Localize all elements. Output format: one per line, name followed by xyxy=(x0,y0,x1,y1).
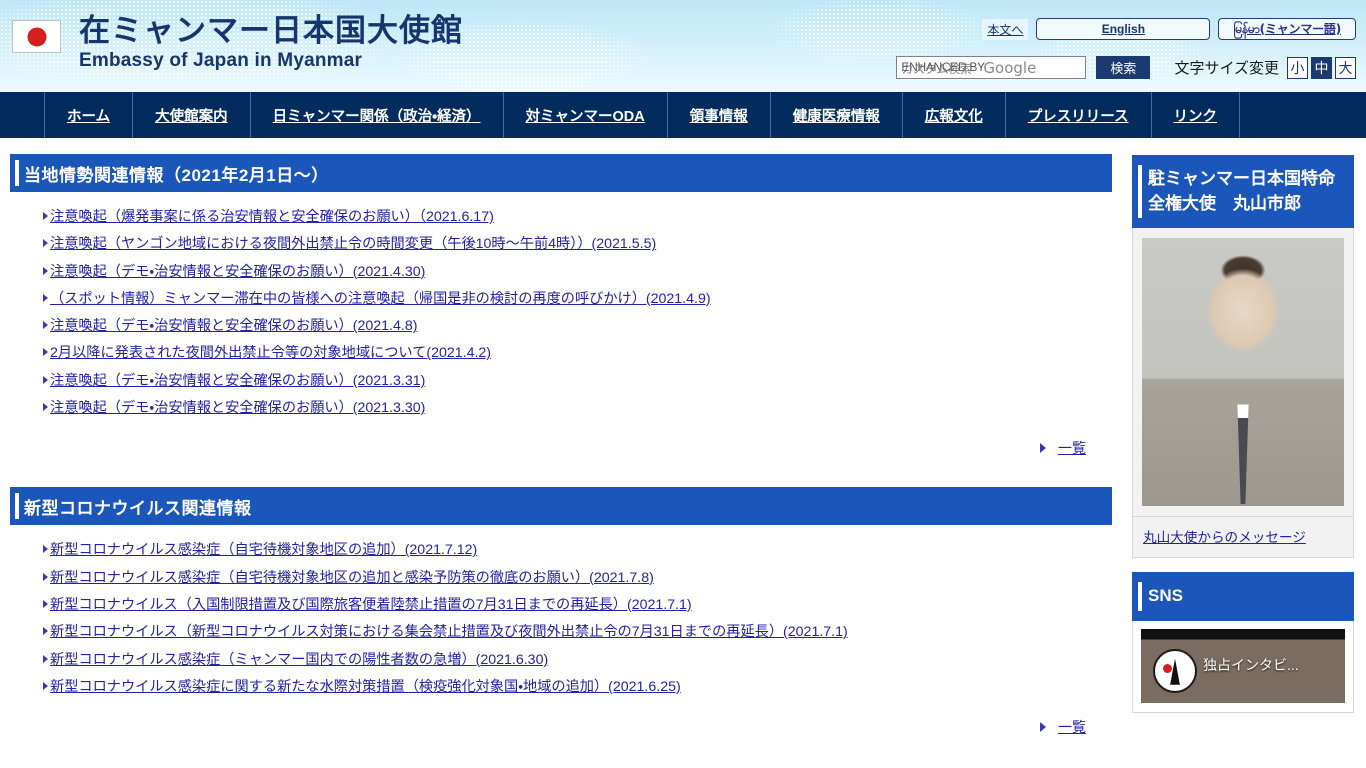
triangle-right-icon xyxy=(1040,722,1046,733)
japan-flag-icon xyxy=(12,20,61,53)
search-input[interactable]: ENHANCED BY カスタム検索 Google xyxy=(896,56,1087,79)
section-heading-bar: 当地情勢関連情報（2021年2月1日〜） xyxy=(10,154,1112,192)
triangle-right-icon xyxy=(1040,443,1046,454)
font-size-large-button[interactable]: 大 xyxy=(1335,56,1356,79)
list-item-link[interactable]: 新型コロナウイルス（入国制限措置及び国際旅客便着陸禁止措置の7月31日までの再延… xyxy=(50,595,692,616)
avatar xyxy=(1142,238,1344,507)
nav-item-culture[interactable]: 広報文化 xyxy=(901,92,1005,138)
list-item[interactable]: （スポット情報）ミャンマー滞在中の皆様への注意喚起（帰国是非の検討の再度の呼びか… xyxy=(18,286,1104,313)
list-item-link[interactable]: 新型コロナウイルス（新型コロナウイルス対策における集会禁止措置及び夜間外出禁止令… xyxy=(50,622,848,643)
list-item[interactable]: 注意喚起（ヤンゴン地域における夜間外出禁止令の時間変更（午後10時〜午前4時））… xyxy=(18,231,1104,258)
section-body: 注意喚起（爆発事案に係る治安情報と安全確保のお願い）（2021.6.17) 注意… xyxy=(10,192,1112,475)
sns-video-embed[interactable]: 独占インタビ... xyxy=(1141,628,1345,703)
list-item-link[interactable]: 注意喚起（デモ・治安情報と安全確保のお願い）(2021.3.31) xyxy=(50,371,425,392)
list-item-link[interactable]: 2月以降に発表された夜間外出禁止令等の対象地域について(2021.4.2) xyxy=(50,343,491,364)
section-body: 新型コロナウイルス感染症（自宅待機対象地区の追加）(2021.7.12) 新型コ… xyxy=(10,525,1112,754)
list-item[interactable]: 注意喚起（デモ・治安情報と安全確保のお願い）(2021.3.30) xyxy=(18,395,1104,422)
list-item[interactable]: 新型コロナウイルス感染症（自宅待機対象地区の追加）(2021.7.12) xyxy=(18,537,1104,564)
brand-text: 在ミャンマー日本国大使館 Embassy of Japan in Myanmar xyxy=(79,13,463,73)
list-item[interactable]: 新型コロナウイルス感染症に関する新たな水際対策措置（検疫強化対象国・地域の追加）… xyxy=(18,674,1104,701)
nav-label: 領事情報 xyxy=(689,108,748,125)
nav-label: 広報文化 xyxy=(924,108,983,125)
sidebar: 駐ミャンマー日本国特命全権大使 丸山市郎 丸山大使からのメッセージ SNS 独占… xyxy=(1122,141,1366,727)
skip-to-content-link[interactable]: 本文へ xyxy=(982,18,1029,40)
section-heading-bar: 新型コロナウイルス関連情報 xyxy=(10,487,1112,526)
site-title-english: Embassy of Japan in Myanmar xyxy=(79,49,363,71)
google-branding-label: Google xyxy=(983,59,1037,77)
nav-label: 健康医療情報 xyxy=(792,108,880,125)
site-header: 在ミャンマー日本国大使館 Embassy of Japan in Myanmar… xyxy=(0,0,1366,92)
header-utility-row: 本文へ English မြန်မာ(ミャンマー語) xyxy=(982,18,1356,40)
language-label-myanmar: မြန်မာ(ミャンマー語) xyxy=(1233,21,1341,36)
ambassador-message-wrap: 丸山大使からのメッセージ xyxy=(1132,517,1354,559)
list-item-link[interactable]: 新型コロナウイルス感染症（自宅待機対象地区の追加と感染予防策の徹底のお願い）(2… xyxy=(50,568,654,589)
sidebar-card-sns: SNS 独占インタビ... xyxy=(1132,572,1354,713)
list-item-link[interactable]: 注意喚起（ヤンゴン地域における夜間外出禁止令の時間変更（午後10時〜午前4時））… xyxy=(50,234,656,255)
nav-label: ホーム xyxy=(67,108,111,125)
list-item-link[interactable]: 注意喚起（デモ・治安情報と安全確保のお願い）(2021.4.8) xyxy=(50,316,417,337)
list-item-link[interactable]: 新型コロナウイルス感染症に関する新たな水際対策措置（検疫強化対象国・地域の追加）… xyxy=(50,677,681,698)
language-button-myanmar[interactable]: မြန်မာ(ミャンマー語) xyxy=(1218,18,1356,40)
ambassador-message-link[interactable]: 丸山大使からのメッセージ xyxy=(1143,530,1306,545)
ambassador-photo-wrap xyxy=(1132,228,1354,518)
language-button-english[interactable]: English xyxy=(1036,18,1211,40)
sidebar-heading-sns: SNS xyxy=(1132,572,1354,621)
nav-item-oda[interactable]: 対ミャンマーODA xyxy=(502,92,667,138)
nav-item-japan-myanmar-relations[interactable]: 日ミャンマー関係（政治・経済） xyxy=(249,92,503,138)
nav-item-home[interactable]: ホーム xyxy=(44,92,132,138)
search-submit-button[interactable]: 検索 xyxy=(1096,56,1151,79)
nav-label: 日ミャンマー関係（政治・経済） xyxy=(272,108,481,125)
nav-label: 対ミャンマーODA xyxy=(525,108,645,125)
nav-item-consular[interactable]: 領事情報 xyxy=(666,92,770,138)
section-local-situation: 当地情勢関連情報（2021年2月1日〜） 注意喚起（爆発事案に係る治安情報と安全… xyxy=(10,154,1112,475)
main-navigation: ホーム 大使館案内 日ミャンマー関係（政治・経済） 対ミャンマーODA 領事情報… xyxy=(0,92,1366,138)
list-item[interactable]: 新型コロナウイルス（入国制限措置及び国際旅客便着陸禁止措置の7月31日までの再延… xyxy=(18,592,1104,619)
font-size-medium-button[interactable]: 中 xyxy=(1311,56,1332,79)
sns-video-caption: 独占インタビ... xyxy=(1203,656,1299,673)
site-title-japanese: 在ミャンマー日本国大使館 xyxy=(79,13,463,48)
font-size-label: 文字サイズ変更 xyxy=(1174,60,1279,77)
list-item[interactable]: 新型コロナウイルス感染症（ミャンマー国内での陽性者数の急増）(2021.6.30… xyxy=(18,647,1104,674)
section-title: 新型コロナウイルス関連情報 xyxy=(24,498,252,518)
page-title: 当地情勢関連情報（2021年2月1日〜） xyxy=(24,165,329,185)
list-item[interactable]: 新型コロナウイルス（新型コロナウイルス対策における集会禁止措置及び夜間外出禁止令… xyxy=(18,619,1104,646)
sidebar-heading-ambassador: 駐ミャンマー日本国特命全権大使 丸山市郎 xyxy=(1132,155,1354,229)
font-size-control: 文字サイズ変更 小 中 大 xyxy=(1174,56,1356,79)
nav-item-links[interactable]: リンク xyxy=(1150,92,1241,138)
view-all-link[interactable]: 一覧 xyxy=(1058,438,1086,458)
nav-label: プレスリリース xyxy=(1027,108,1129,125)
sidebar-heading-text: SNS xyxy=(1148,586,1183,606)
sns-avatar-icon xyxy=(1153,648,1197,693)
view-all-row: 一覧 xyxy=(18,701,1104,745)
list-item-link[interactable]: 新型コロナウイルス感染症（自宅待機対象地区の追加）(2021.7.12) xyxy=(50,540,477,561)
list-item[interactable]: 新型コロナウイルス感染症（自宅待機対象地区の追加と感染予防策の徹底のお願い）(2… xyxy=(18,565,1104,592)
list-item-link[interactable]: （スポット情報）ミャンマー滞在中の皆様への注意喚起（帰国是非の検討の再度の呼びか… xyxy=(50,289,711,310)
list-item[interactable]: 注意喚起（爆発事案に係る治安情報と安全確保のお願い）（2021.6.17) xyxy=(18,204,1104,231)
site-brand[interactable]: 在ミャンマー日本国大使館 Embassy of Japan in Myanmar xyxy=(12,13,463,73)
list-item[interactable]: 注意喚起（デモ・治安情報と安全確保のお願い）(2021.3.31) xyxy=(18,368,1104,395)
view-all-link[interactable]: 一覧 xyxy=(1058,717,1086,737)
list-item-link[interactable]: 注意喚起（デモ・治安情報と安全確保のお願い）(2021.4.30) xyxy=(50,262,425,283)
sns-body: 独占インタビ... xyxy=(1132,620,1354,713)
font-size-small-button[interactable]: 小 xyxy=(1287,56,1308,79)
list-item[interactable]: 注意喚起（デモ・治安情報と安全確保のお願い）(2021.4.30) xyxy=(18,259,1104,286)
nav-item-health-medical[interactable]: 健康医療情報 xyxy=(769,92,902,138)
list-item[interactable]: 2月以降に発表された夜間外出禁止令等の対象地域について(2021.4.2) xyxy=(18,340,1104,367)
search-placeholder-custom: カスタム検索 xyxy=(901,62,972,76)
nav-label: リンク xyxy=(1173,108,1218,125)
section-covid: 新型コロナウイルス関連情報 新型コロナウイルス感染症（自宅待機対象地区の追加）(… xyxy=(10,487,1112,754)
list-item[interactable]: 注意喚起（デモ・治安情報と安全確保のお願い）(2021.4.8) xyxy=(18,313,1104,340)
nav-item-embassy-info[interactable]: 大使館案内 xyxy=(132,92,250,138)
nav-item-press-release[interactable]: プレスリリース xyxy=(1004,92,1151,138)
page-body: 当地情勢関連情報（2021年2月1日〜） 注意喚起（爆発事案に係る治安情報と安全… xyxy=(0,141,1366,754)
list-item-link[interactable]: 注意喚起（デモ・治安情報と安全確保のお願い）(2021.3.30) xyxy=(50,398,425,419)
view-all-row: 一覧 xyxy=(18,422,1104,466)
main-content: 当地情勢関連情報（2021年2月1日〜） 注意喚起（爆発事案に係る治安情報と安全… xyxy=(0,141,1122,754)
sidebar-card-ambassador: 駐ミャンマー日本国特命全権大使 丸山市郎 丸山大使からのメッセージ xyxy=(1132,155,1354,559)
sidebar-heading-text: 駐ミャンマー日本国特命全権大使 丸山市郎 xyxy=(1148,169,1335,213)
list-item-link[interactable]: 注意喚起（爆発事案に係る治安情報と安全確保のお願い）（2021.6.17) xyxy=(50,207,494,228)
list-item-link[interactable]: 新型コロナウイルス感染症（ミャンマー国内での陽性者数の急増）(2021.6.30… xyxy=(50,650,548,671)
nav-label: 大使館案内 xyxy=(155,108,228,125)
header-search-row: ENHANCED BY カスタム検索 Google 検索 文字サイズ変更 小 中… xyxy=(896,56,1356,79)
